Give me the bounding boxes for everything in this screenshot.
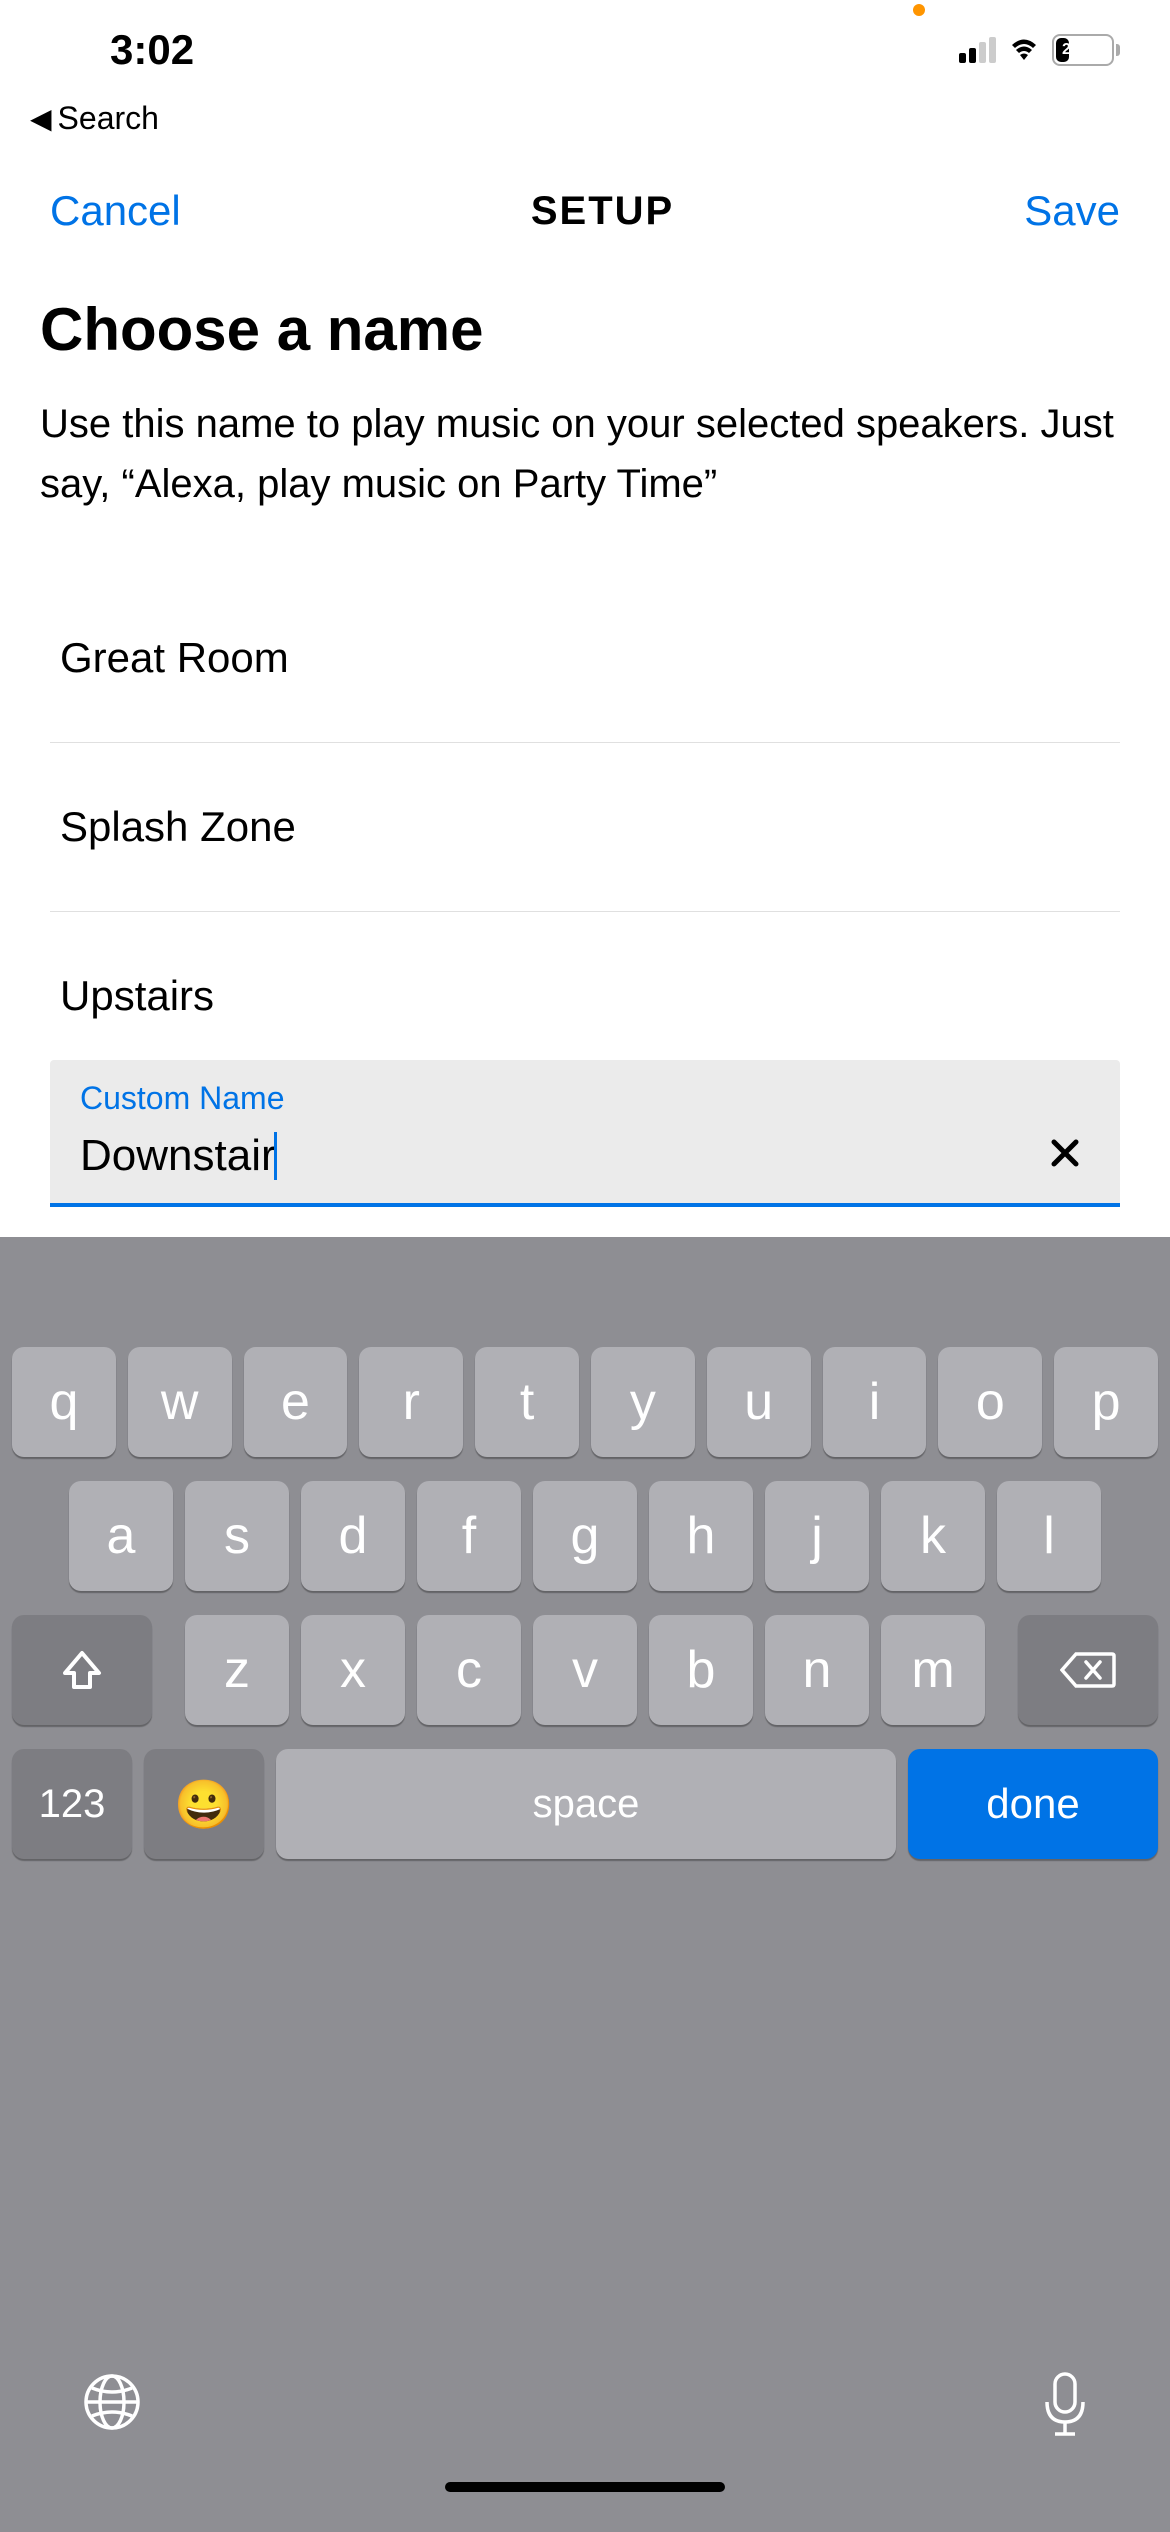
done-key[interactable]: done xyxy=(908,1749,1158,1859)
status-indicators: 23 xyxy=(959,34,1120,66)
key-u[interactable]: u xyxy=(707,1347,811,1457)
keyboard-row-2: a s d f g h j k l xyxy=(12,1481,1158,1591)
mic-indicator-dot xyxy=(913,4,925,16)
numbers-key[interactable]: 123 xyxy=(12,1749,132,1859)
nav-header: Cancel SETUP Save xyxy=(0,157,1170,275)
cancel-button[interactable]: Cancel xyxy=(50,187,181,235)
back-arrow-icon: ◀ xyxy=(30,102,52,135)
key-m[interactable]: m xyxy=(881,1615,985,1725)
key-f[interactable]: f xyxy=(417,1481,521,1591)
close-icon xyxy=(1050,1138,1080,1168)
backspace-key[interactable] xyxy=(1018,1615,1158,1725)
globe-icon[interactable] xyxy=(80,2370,144,2434)
keyboard-footer xyxy=(0,2330,1170,2462)
page-description: Use this name to play music on your sele… xyxy=(40,394,1130,514)
custom-name-field[interactable]: Downstair xyxy=(80,1131,276,1181)
nav-title: SETUP xyxy=(531,189,674,234)
keyboard: q w e r t y u i o p a s d f g h j k l xyxy=(0,1237,1170,2532)
list-item[interactable]: Upstairs xyxy=(50,912,1120,1050)
page-title: Choose a name xyxy=(40,295,1130,364)
key-e[interactable]: e xyxy=(244,1347,348,1457)
list-item[interactable]: Great Room xyxy=(50,574,1120,743)
key-o[interactable]: o xyxy=(938,1347,1042,1457)
key-p[interactable]: p xyxy=(1054,1347,1158,1457)
battery-percent: 23 xyxy=(1062,41,1080,59)
key-q[interactable]: q xyxy=(12,1347,116,1457)
key-x[interactable]: x xyxy=(301,1615,405,1725)
save-button[interactable]: Save xyxy=(1024,187,1120,235)
keyboard-row-1: q w e r t y u i o p xyxy=(12,1347,1158,1457)
key-a[interactable]: a xyxy=(69,1481,173,1591)
emoji-icon: 😀 xyxy=(174,1776,234,1833)
keyboard-row-3: z x c v b n m xyxy=(12,1615,1158,1725)
text-cursor xyxy=(274,1132,277,1180)
keyboard-row-4: 123 😀 space done xyxy=(0,1749,1170,1859)
home-indicator[interactable] xyxy=(445,2482,725,2492)
key-n[interactable]: n xyxy=(765,1615,869,1725)
shift-key[interactable] xyxy=(12,1615,152,1725)
wifi-icon xyxy=(1006,36,1042,64)
custom-name-input-wrapper[interactable]: Custom Name Downstair xyxy=(50,1060,1120,1207)
key-w[interactable]: w xyxy=(128,1347,232,1457)
key-h[interactable]: h xyxy=(649,1481,753,1591)
breadcrumb-back[interactable]: ◀ Search xyxy=(0,100,1170,157)
content: Choose a name Use this name to play musi… xyxy=(0,275,1170,1237)
key-b[interactable]: b xyxy=(649,1615,753,1725)
key-s[interactable]: s xyxy=(185,1481,289,1591)
back-label: Search xyxy=(58,100,159,137)
key-d[interactable]: d xyxy=(301,1481,405,1591)
clear-input-button[interactable] xyxy=(1040,1123,1090,1188)
suggestion-list: Great Room Splash Zone Upstairs xyxy=(40,574,1130,1050)
status-bar: 3:02 23 xyxy=(0,0,1170,100)
status-time: 3:02 xyxy=(50,26,194,74)
key-j[interactable]: j xyxy=(765,1481,869,1591)
list-item[interactable]: Splash Zone xyxy=(50,743,1120,912)
key-i[interactable]: i xyxy=(823,1347,927,1457)
key-r[interactable]: r xyxy=(359,1347,463,1457)
key-l[interactable]: l xyxy=(997,1481,1101,1591)
key-g[interactable]: g xyxy=(533,1481,637,1591)
input-label: Custom Name xyxy=(80,1080,1090,1117)
shift-icon xyxy=(57,1645,107,1695)
key-c[interactable]: c xyxy=(417,1615,521,1725)
backspace-icon xyxy=(1060,1650,1116,1690)
key-z[interactable]: z xyxy=(185,1615,289,1725)
key-k[interactable]: k xyxy=(881,1481,985,1591)
mic-icon[interactable] xyxy=(1040,2370,1090,2442)
key-v[interactable]: v xyxy=(533,1615,637,1725)
space-key[interactable]: space xyxy=(276,1749,896,1859)
key-y[interactable]: y xyxy=(591,1347,695,1457)
cellular-signal-icon xyxy=(959,37,996,63)
battery-icon: 23 xyxy=(1052,34,1120,66)
key-t[interactable]: t xyxy=(475,1347,579,1457)
emoji-key[interactable]: 😀 xyxy=(144,1749,264,1859)
